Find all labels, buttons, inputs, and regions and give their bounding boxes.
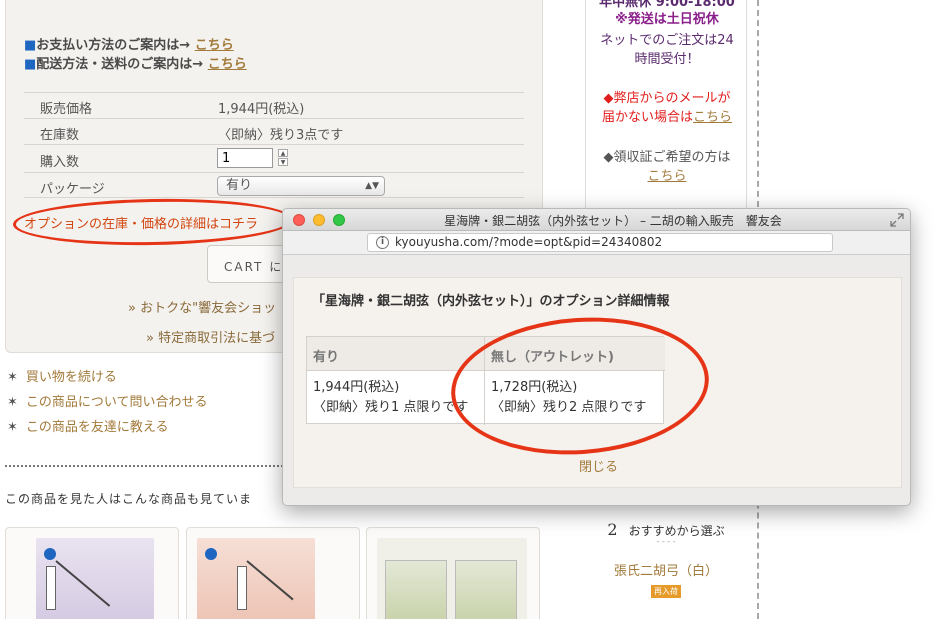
quantity-label: 購入数 (40, 155, 80, 170)
package-selected-value: 有り (226, 178, 253, 193)
promo-link[interactable]: » おトクな"響友会ショッ (128, 297, 276, 316)
erhu-bow-shape (246, 560, 294, 601)
tell-friend-label: この商品を友達に教える (25, 420, 169, 435)
url-text: kyouyusha.com/?mode=opt&pid=24340802 (395, 235, 663, 249)
mail-warning: 届かない場合はこちら (586, 108, 748, 128)
related-product-card[interactable] (366, 527, 540, 619)
popup-heading: 「星海牌・銀二胡弦（内外弦セット）」のオプション詳細情報 (312, 294, 670, 309)
quantity-input[interactable] (217, 148, 273, 168)
info-icon[interactable]: i (376, 236, 389, 249)
quantity-stepper[interactable]: ▲ ▼ (278, 149, 288, 167)
recommend-item-link[interactable]: 張氏二胡弓（白） (585, 560, 747, 579)
product-thumbnail (197, 538, 315, 619)
spec-row-quantity: 購入数 ▲ ▼ (24, 144, 524, 172)
continue-shopping-label: 買い物を続ける (25, 370, 117, 385)
mail-warning-link[interactable]: こちら (693, 110, 732, 125)
select-arrows-icon: ▲▼ (365, 181, 379, 191)
net-orders-line2: 時間受付！ (634, 52, 700, 67)
net-orders-line1: ネットでのご注文は24 (600, 33, 734, 48)
star-icon: ✶ (7, 370, 18, 385)
receipt-link[interactable]: こちら (647, 169, 686, 184)
tell-friend[interactable]: ✶ この商品を友達に教える (7, 416, 169, 435)
payment-info: ■お支払い方法のご案内は→ こちら (24, 34, 234, 53)
recommend-title: おすすめから選ぶ (628, 524, 725, 538)
law-link[interactable]: » 特定商取引法に基づ (146, 327, 275, 346)
spec-table: 販売価格 1,944円(税込) 在庫数 〈即納〉残り3点です 購入数 ▲ ▼ パ… (24, 92, 524, 198)
receipt-link-wrap: こちら (586, 167, 748, 187)
shipping-square-icon: ■ (24, 57, 37, 72)
spec-row-package: パッケージ 有り ▲▼ (24, 172, 524, 198)
close-popup-link[interactable]: 閉じる (294, 456, 903, 475)
price-value: 1,944円(税込) (218, 102, 305, 117)
shipping-note: ※発送は土日祝休 (615, 12, 719, 27)
product-thumbnail (377, 538, 527, 619)
stock-value: 〈即納〉残り3点です (218, 128, 344, 143)
recommend-number: 2 (607, 520, 618, 539)
related-product-card[interactable] (5, 527, 179, 619)
star-icon: ✶ (7, 395, 18, 410)
also-viewed-heading: この商品を見た人はこんな商品も見ていま (5, 492, 253, 506)
mail-warning-line2: 届かない場合は (601, 110, 693, 125)
package-select[interactable]: 有り ▲▼ (217, 176, 385, 196)
payment-info-link[interactable]: こちら (195, 38, 234, 53)
label-strip (237, 566, 247, 610)
close-window-icon[interactable] (293, 214, 305, 226)
stepper-up-icon[interactable]: ▲ (278, 149, 288, 157)
continue-shopping[interactable]: ✶ 買い物を続ける (7, 366, 117, 385)
popup-window-title: 星海牌・銀二胡弦（内外弦セット） – 二胡の輸入販売 響友会 (444, 214, 782, 228)
recommend-section: 2 おすすめから選ぶ - - - - 張氏二胡弓（白） 再入荷 (585, 520, 747, 598)
product-thumbnail (36, 538, 154, 619)
inquire-product[interactable]: ✶ この商品について問い合わせる (7, 391, 208, 410)
popup-titlebar: 星海牌・銀二胡弦（内外弦セット） – 二胡の輸入販売 響友会 (283, 209, 910, 231)
label-strip (46, 566, 56, 610)
package-image-left (385, 560, 447, 619)
url-field[interactable]: i kyouyusha.com/?mode=opt&pid=24340802 (367, 233, 833, 252)
stepper-down-icon[interactable]: ▼ (278, 158, 288, 166)
fullscreen-icon[interactable] (890, 213, 904, 227)
shipping-info: ■配送方法・送料のご案内は→ こちら (24, 53, 247, 72)
price-label: 販売価格 (40, 102, 93, 117)
shipping-info-link[interactable]: こちら (208, 57, 247, 72)
inquire-label: この商品について問い合わせる (25, 395, 208, 410)
screenshot-root: ■お支払い方法のご案内は→ こちら ■配送方法・送料のご案内は→ こちら 販売価… (0, 0, 945, 619)
shipping-info-label: 配送方法・送料のご案内は→ (36, 57, 208, 72)
star-icon: ✶ (7, 420, 18, 435)
receipt-line: ◆領収証ご希望の方は (603, 150, 731, 165)
spec-row-price: 販売価格 1,944円(税込) (24, 92, 524, 118)
package-image-right (455, 560, 517, 619)
restock-badge: 再入荷 (651, 585, 681, 598)
store-info-sidebar: 年中無休 9:00-18:00 ※発送は土日祝休 ネットでのご注文は24 時間受… (585, 0, 747, 210)
section-divider (5, 465, 295, 467)
related-product-card[interactable] (186, 527, 360, 619)
option-header: 有り (307, 337, 485, 371)
package-label: パッケージ (40, 182, 105, 197)
brand-logo-icon (44, 548, 56, 560)
popup-url-bar: i kyouyusha.com/?mode=opt&pid=24340802 (283, 231, 910, 255)
erhu-bow-shape (55, 560, 111, 607)
brand-logo-icon (205, 548, 217, 560)
payment-info-label: お支払い方法のご案内は→ (36, 38, 195, 53)
payment-square-icon: ■ (24, 38, 37, 53)
stock-label: 在庫数 (40, 128, 80, 143)
spec-row-stock: 在庫数 〈即納〉残り3点です (24, 118, 524, 144)
mail-warning-line1: ◆弊店からのメールが (603, 91, 731, 106)
